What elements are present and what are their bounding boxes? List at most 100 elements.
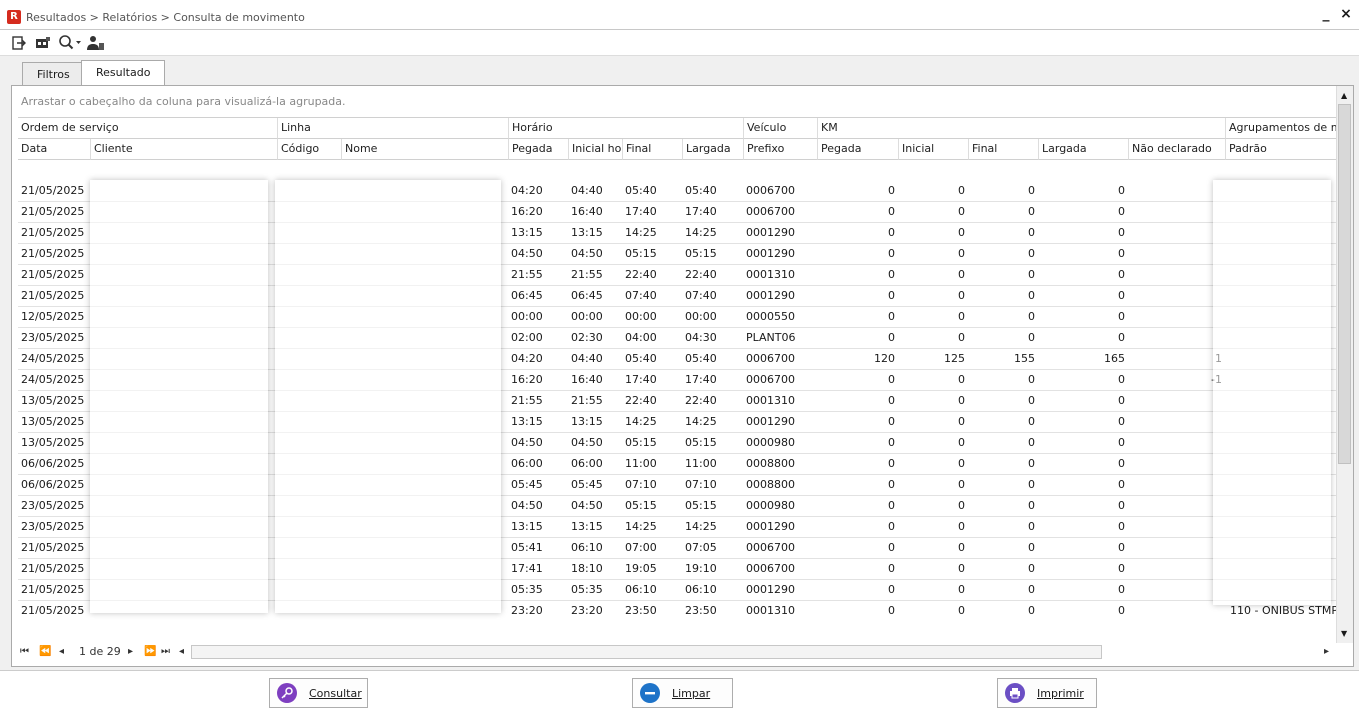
- table-row[interactable]: 21/05/2025 16:20 16:40 17:40 17:40 0006700 0 0 0…: [18, 202, 1336, 223]
- table-row[interactable]: 21/05/2025 23:20 23:20 23:50 23:50 0001310 0 0 0…: [18, 601, 1336, 614]
- table-row[interactable]: 06/06/2025 05:45 05:45 07:10 07:10 0008800 0 0 0…: [18, 475, 1336, 496]
- table-row[interactable]: 24/05/2025 16:20 16:40 17:40 17:40 0006700 0 0 0…: [18, 370, 1336, 391]
- column-header-prefixo[interactable]: Prefixo: [743, 139, 817, 160]
- cell-final: 07:40: [625, 289, 657, 302]
- previous-page-icon[interactable]: ◂: [59, 646, 64, 657]
- cell-km-inicial: 0: [958, 520, 965, 533]
- horizontal-scrollbar[interactable]: [191, 645, 1102, 659]
- cell-inicial-hor: 05:35: [571, 583, 603, 596]
- cell-final: 05:15: [625, 247, 657, 260]
- vertical-scroll-thumb[interactable]: [1338, 104, 1351, 464]
- cell-data: 21/05/2025: [21, 247, 85, 260]
- column-header-km-final[interactable]: Final: [968, 139, 1038, 160]
- tab-filtros[interactable]: Filtros: [22, 62, 85, 85]
- close-button[interactable]: ×: [1338, 6, 1354, 26]
- cell-km-inicial: 0: [958, 331, 965, 344]
- limpar-button[interactable]: Limpar: [632, 678, 733, 708]
- table-row[interactable]: 21/05/2025 05:35 05:35 06:10 06:10 0001290 0 0 0…: [18, 580, 1336, 601]
- cell-inicial-hor: 16:40: [571, 205, 603, 218]
- cell-inicial-hor: 16:40: [571, 373, 603, 386]
- table-row[interactable]: 12/05/2025 00:00 00:00 00:00 00:00 0000550 0 0 0…: [18, 307, 1336, 328]
- next-page-icon[interactable]: ▸: [128, 646, 133, 657]
- cell-largada: 05:15: [685, 499, 717, 512]
- vertical-scrollbar[interactable]: ▲ ▼: [1336, 86, 1353, 643]
- group-header-linha[interactable]: Linha: [277, 118, 508, 139]
- cell-pegada: 06:00: [511, 457, 543, 470]
- imprimir-button[interactable]: Imprimir: [997, 678, 1097, 708]
- table-row[interactable]: 21/05/2025 05:41 06:10 07:00 07:05 0006700 0 0 0…: [18, 538, 1336, 559]
- scroll-left-icon[interactable]: ◂: [179, 646, 184, 657]
- cell-prefixo: 0006700: [746, 184, 795, 197]
- scroll-down-icon[interactable]: ▼: [1341, 629, 1347, 638]
- column-header-largada[interactable]: Largada: [682, 139, 743, 160]
- export-icon[interactable]: [34, 34, 52, 52]
- cell-km-inicial: 0: [958, 205, 965, 218]
- table-row[interactable]: 21/05/2025 21:55 21:55 22:40 22:40 0001310 0 0 0…: [18, 265, 1336, 286]
- group-header-horario[interactable]: Horário: [508, 118, 743, 139]
- cell-padrao: 110 - ONIBUS STMP: [1230, 604, 1336, 614]
- cell-prefixo: 0000550: [746, 310, 795, 323]
- cell-nao-declarado: [1128, 223, 1225, 243]
- column-header-padrao[interactable]: Padrão: [1225, 139, 1336, 160]
- table-row[interactable]: 23/05/2025 13:15 13:15 14:25 14:25 0001290 0 0 0…: [18, 517, 1336, 538]
- table-row[interactable]: 21/05/2025 17:41 18:10 19:05 19:10 0006700 0 0 0…: [18, 559, 1336, 580]
- table-row[interactable]: 06/06/2025 06:00 06:00 11:00 11:00 0008800 0 0 0…: [18, 454, 1336, 475]
- table-row[interactable]: 13/05/2025 13:15 13:15 14:25 14:25 0001290 0 0 0…: [18, 412, 1336, 433]
- cell-largada: 14:25: [685, 520, 717, 533]
- column-header-km-largada[interactable]: Largada: [1038, 139, 1128, 160]
- cell-prefixo: 0001290: [746, 520, 795, 533]
- cell-km-inicial: 0: [958, 247, 965, 260]
- exit-icon[interactable]: [10, 34, 28, 52]
- user-icon[interactable]: [87, 34, 105, 52]
- table-row[interactable]: 23/05/2025 02:00 02:30 04:00 04:30 PLANT06 0 0 0…: [18, 328, 1336, 349]
- consultar-button[interactable]: Consultar: [269, 678, 368, 708]
- cell-km-pegada: 0: [888, 268, 895, 281]
- column-header-cliente[interactable]: Cliente: [90, 139, 277, 160]
- cell-prefixo: 0000980: [746, 436, 795, 449]
- cell-km-pegada: 0: [888, 373, 895, 386]
- cell-nao-declarado: [1128, 202, 1225, 222]
- table-row[interactable]: 21/05/2025 06:45 06:45 07:40 07:40 0001290 0 0 0…: [18, 286, 1336, 307]
- cell-pegada: 04:20: [511, 184, 543, 197]
- cell-km-pegada: 0: [888, 457, 895, 470]
- table-row[interactable]: 24/05/2025 04:20 04:40 05:40 05:40 0006700 120…: [18, 349, 1336, 370]
- previous-block-icon[interactable]: ⏪: [39, 646, 51, 657]
- cell-inicial-hor: 04:50: [571, 499, 603, 512]
- cell-pegada: 04:50: [511, 436, 543, 449]
- column-header-km-pegada[interactable]: Pegada: [817, 139, 898, 160]
- column-header-data[interactable]: Data: [18, 139, 90, 160]
- column-header-nao-declarado[interactable]: Não declarado: [1128, 139, 1225, 160]
- group-header-agrupamentos[interactable]: Agrupamentos de mod: [1225, 118, 1336, 139]
- minimize-button[interactable]: _: [1318, 6, 1334, 26]
- next-block-icon[interactable]: ⏩: [144, 646, 156, 657]
- cell-km-final: 0: [1028, 373, 1035, 386]
- tab-resultado[interactable]: Resultado: [81, 60, 166, 85]
- column-header-inicial-hor[interactable]: Inicial hor: [568, 139, 622, 160]
- first-page-icon[interactable]: ⏮: [20, 646, 29, 657]
- cell-largada: 22:40: [685, 394, 717, 407]
- cell-km-inicial: 0: [958, 583, 965, 596]
- column-header-km-inicial[interactable]: Inicial: [898, 139, 968, 160]
- column-header-codigo[interactable]: Código: [277, 139, 341, 160]
- cell-km-largada: 0: [1118, 457, 1125, 470]
- group-header-veiculo[interactable]: Veículo: [743, 118, 817, 139]
- column-header-pegada[interactable]: Pegada: [508, 139, 568, 160]
- table-row[interactable]: 21/05/2025 13:15 13:15 14:25 14:25 0001290 0 0 0…: [18, 223, 1336, 244]
- group-header-km[interactable]: KM: [817, 118, 1225, 139]
- group-header-ordem-servico[interactable]: Ordem de serviço: [18, 118, 277, 139]
- table-row[interactable]: 13/05/2025 04:50 04:50 05:15 05:15 0000980 0 0 0…: [18, 433, 1336, 454]
- cell-km-pegada: 0: [888, 331, 895, 344]
- column-header-nome[interactable]: Nome: [341, 139, 508, 160]
- column-header-final[interactable]: Final: [622, 139, 682, 160]
- cell-data: 06/06/2025: [21, 457, 85, 470]
- scroll-right-icon[interactable]: ▸: [1324, 646, 1329, 657]
- search-icon[interactable]: [57, 34, 83, 52]
- cell-data: 24/05/2025: [21, 352, 85, 365]
- table-row[interactable]: 21/05/2025 04:50 04:50 05:15 05:15 0001290 0 0 0…: [18, 244, 1336, 265]
- table-row[interactable]: 13/05/2025 21:55 21:55 22:40 22:40 0001310 0 0 0…: [18, 391, 1336, 412]
- cell-km-final: 0: [1028, 499, 1035, 512]
- scroll-up-icon[interactable]: ▲: [1341, 91, 1347, 100]
- table-row[interactable]: 21/05/2025 04:20 04:40 05:40 05:40 0006700 0 0 0…: [18, 181, 1336, 202]
- last-page-icon[interactable]: ⏭: [161, 646, 170, 657]
- table-row[interactable]: 23/05/2025 04:50 04:50 05:15 05:15 0000980 0 0 0…: [18, 496, 1336, 517]
